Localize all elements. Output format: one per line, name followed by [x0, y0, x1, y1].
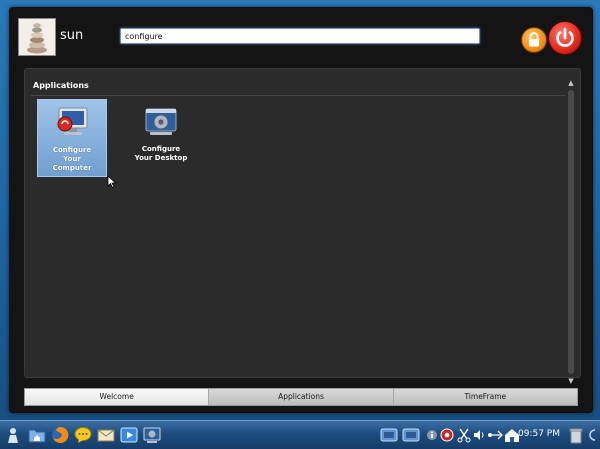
scroll-down-arrow-icon[interactable]: ▼ — [565, 376, 577, 386]
window-task-icon — [402, 428, 420, 442]
firefox-launcher[interactable] — [51, 426, 69, 444]
network-tray[interactable] — [486, 426, 504, 444]
launcher-tabs: Welcome Applications TimeFrame — [24, 388, 578, 406]
scroll-track[interactable] — [568, 90, 574, 374]
launcher-window: sun Applications — [9, 7, 593, 413]
search-input[interactable] — [120, 28, 480, 44]
mail-launcher[interactable] — [97, 426, 115, 444]
panel-toggle-icon — [589, 429, 596, 441]
section-title: Applications — [33, 81, 89, 90]
results-scrollbar[interactable]: ▲ ▼ — [565, 78, 577, 386]
task-window-2[interactable] — [402, 426, 420, 444]
lock-button[interactable] — [521, 27, 547, 53]
username-label: sun — [60, 28, 84, 43]
results-panel: Applications Configure Your Computer Con… — [24, 68, 581, 378]
tab-applications[interactable]: Applications — [209, 389, 394, 405]
lock-icon — [529, 32, 539, 47]
section-divider — [31, 95, 566, 96]
network-icon — [488, 430, 503, 440]
result-configure-your-desktop[interactable]: Configure Your Desktop — [126, 99, 196, 177]
chat-icon — [74, 427, 92, 443]
settings-tray-icon — [440, 428, 454, 442]
firefox-icon — [52, 426, 69, 443]
trash-button[interactable] — [567, 426, 585, 444]
result-label: Configure Your Computer — [52, 146, 92, 172]
home-folder-launcher[interactable] — [28, 426, 46, 444]
result-configure-your-computer[interactable]: Configure Your Computer — [37, 99, 107, 177]
media-player-launcher[interactable] — [120, 426, 138, 444]
configure-computer-icon — [54, 104, 92, 142]
shutdown-button[interactable] — [548, 21, 582, 55]
tab-timeframe[interactable]: TimeFrame — [393, 389, 577, 405]
mail-icon — [97, 429, 115, 442]
configure-desktop-icon — [142, 103, 180, 141]
scroll-up-arrow-icon[interactable]: ▲ — [565, 78, 577, 88]
menu-icon — [8, 428, 18, 443]
window-task-icon — [380, 428, 398, 442]
result-label: Configure Your Desktop — [134, 145, 188, 162]
configure-launcher[interactable] — [143, 426, 161, 444]
user-avatar — [18, 18, 56, 56]
power-icon — [556, 27, 574, 47]
chat-launcher[interactable] — [74, 426, 92, 444]
home-folder-icon — [28, 429, 46, 443]
task-window-1[interactable] — [380, 426, 398, 444]
taskbar: 09:57 PM — [0, 420, 600, 449]
media-player-icon — [120, 427, 138, 443]
tab-welcome[interactable]: Welcome — [25, 389, 210, 405]
clock[interactable]: 09:57 PM — [518, 429, 560, 439]
settings-tray[interactable] — [438, 426, 456, 444]
stones-picture — [19, 19, 55, 55]
menu-button[interactable] — [4, 426, 22, 444]
panel-toggle[interactable] — [586, 426, 598, 444]
configure-icon — [143, 427, 161, 443]
mouse-cursor-icon — [107, 175, 117, 189]
trash-icon — [569, 428, 583, 444]
